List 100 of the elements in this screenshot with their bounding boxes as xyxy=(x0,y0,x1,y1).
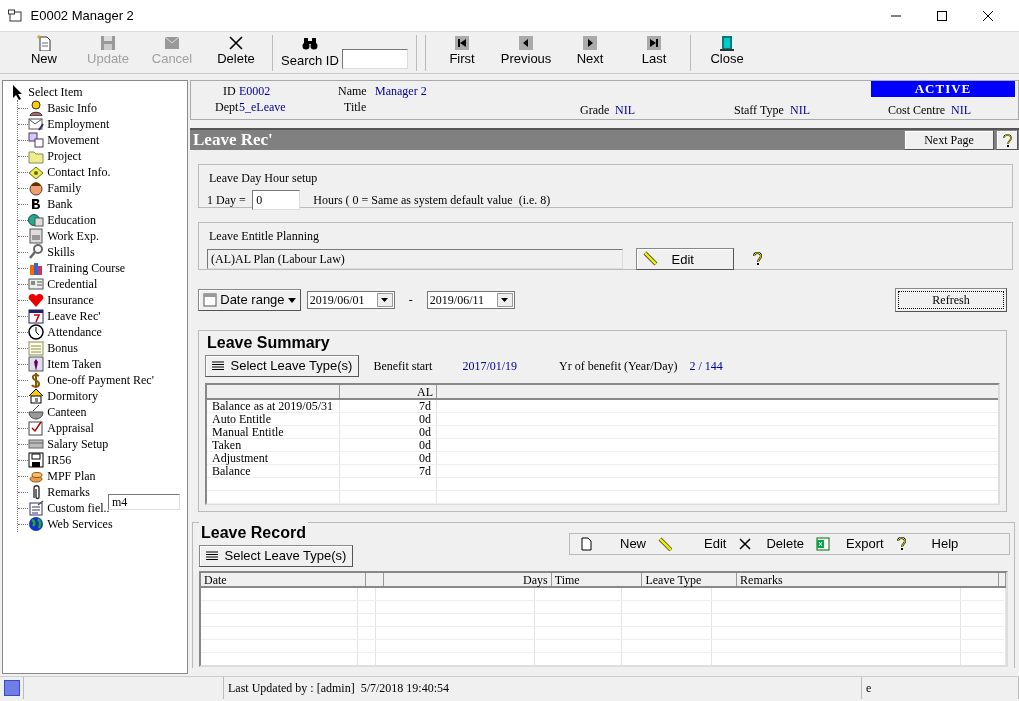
tree-item[interactable]: Attendance xyxy=(47,323,102,341)
close-icon xyxy=(738,537,753,551)
table-cell: 0d xyxy=(340,452,437,464)
hours-field[interactable]: 0 xyxy=(252,190,301,211)
tree-item[interactable]: Remarks xyxy=(47,483,90,501)
tree-item[interactable]: Select Item xyxy=(28,83,83,101)
help-icon xyxy=(752,252,762,267)
status-indicator xyxy=(4,680,20,696)
toolbar-button[interactable]: New xyxy=(12,32,76,73)
document-icon xyxy=(28,228,44,244)
hint-text: Hours ( 0 = Same as system default value (i.e. 8) xyxy=(313,192,551,210)
toolbar-button[interactable]: Help xyxy=(889,534,965,554)
table-cell: 0d xyxy=(340,426,437,438)
select-leave-types-button[interactable]: Select Leave Type(s) xyxy=(205,355,360,377)
help-button[interactable] xyxy=(996,130,1018,150)
tree-item[interactable]: Web Services xyxy=(47,515,113,533)
toolbar-button[interactable]: Next xyxy=(558,32,623,73)
field-value: NIL xyxy=(951,102,971,119)
status-text: e xyxy=(866,680,872,697)
globe-document-icon xyxy=(28,212,44,228)
toolbar-button[interactable]: Last xyxy=(622,32,687,73)
tree-item[interactable]: Employment xyxy=(47,115,110,133)
bowl-icon xyxy=(28,404,44,420)
toolbar-button[interactable]: First xyxy=(430,32,495,73)
help-icon xyxy=(1002,134,1012,149)
tree-item[interactable]: Salary Setup xyxy=(47,435,109,453)
next-page-button[interactable]: Next Page xyxy=(904,130,994,150)
date-range-dropdown[interactable]: Date range xyxy=(198,289,301,311)
toolbar-button[interactable]: Close xyxy=(695,32,760,73)
toolbar-button[interactable]: Edit xyxy=(652,534,733,554)
tree-item[interactable]: Movement xyxy=(47,131,100,149)
tree-item[interactable]: Work Exp. xyxy=(47,227,99,245)
tree-item[interactable]: Basic Info xyxy=(47,99,97,117)
tree-item[interactable]: Custom fiel.. xyxy=(47,499,110,517)
toolbar-button[interactable]: Previous xyxy=(494,32,559,73)
windows-icon xyxy=(28,132,44,148)
baby-face-icon xyxy=(28,180,44,196)
tree-item[interactable]: One-off Payment Rec' xyxy=(47,371,154,389)
form-icon xyxy=(28,500,44,516)
table-cell: Manual Entitle xyxy=(207,426,340,438)
rename-field[interactable]: m4 xyxy=(108,494,180,510)
tree-item[interactable]: Skills xyxy=(47,243,75,261)
folder-icon xyxy=(28,148,44,164)
edit-button[interactable]: Edit xyxy=(635,248,734,271)
tree-item[interactable]: MPF Plan xyxy=(47,467,96,485)
tree-item[interactable]: Credential xyxy=(47,275,98,293)
door-icon xyxy=(719,34,736,51)
table-cell: Adjustment xyxy=(207,452,340,464)
toolbar-button[interactable]: New xyxy=(574,534,652,554)
tree-item[interactable]: IR56 xyxy=(47,451,72,469)
card-icon xyxy=(28,436,44,452)
field-label: Dept xyxy=(215,99,239,116)
house-icon xyxy=(28,388,44,404)
person-icon xyxy=(28,100,44,116)
toolbar-button[interactable]: Export xyxy=(810,534,890,554)
field-value: Manager 2 xyxy=(375,83,427,100)
field-label: Cost Centre xyxy=(888,102,945,119)
tree-item[interactable]: Family xyxy=(47,179,82,197)
tree-item[interactable]: Project xyxy=(47,147,82,165)
refresh-button[interactable]: Refresh xyxy=(895,288,1007,312)
notepad-icon xyxy=(28,340,44,356)
previous-record-icon xyxy=(518,34,535,51)
caret-icon xyxy=(381,298,389,302)
list-icon xyxy=(212,361,224,371)
field-value: 2 / 144 xyxy=(689,358,723,375)
toolbar-button[interactable]: Delete xyxy=(204,32,268,73)
search-label: Search ID xyxy=(281,52,339,70)
date-from-field[interactable]: 2019/06/01 xyxy=(306,291,395,309)
field-label: 1 Day = xyxy=(207,192,246,210)
tree-item[interactable]: Item Taken xyxy=(47,355,102,373)
table-cell: Taken xyxy=(207,439,340,451)
table-cell: Balance as at 2019/05/31 xyxy=(207,400,340,412)
spreadsheet-icon xyxy=(816,537,830,551)
tree-item[interactable]: Dormitory xyxy=(47,387,98,405)
cursor-arrow-icon xyxy=(11,84,25,100)
tree-item[interactable]: Insurance xyxy=(47,291,94,309)
tree-item[interactable]: Canteen xyxy=(47,403,87,421)
date-to-field[interactable]: 2019/06/11 xyxy=(426,291,515,309)
tree-item[interactable]: Training Course xyxy=(47,259,126,277)
envelope-icon xyxy=(164,34,180,51)
page-title: Leave Rec' xyxy=(192,129,274,152)
tree-item[interactable]: Leave Rec' xyxy=(47,307,101,325)
tree-item[interactable]: Bank xyxy=(47,195,73,213)
field-value: NIL xyxy=(790,102,810,119)
tree-item[interactable]: Bonus xyxy=(47,339,78,357)
tie-icon xyxy=(28,356,44,372)
next-record-icon xyxy=(582,34,599,51)
tree-item[interactable]: Education xyxy=(47,211,96,229)
select-leave-types-button[interactable]: Select Leave Type(s) xyxy=(199,545,354,567)
clock-icon xyxy=(28,324,44,340)
search-field[interactable] xyxy=(342,48,409,69)
tree-item[interactable]: Appraisal xyxy=(47,419,94,437)
column-header: Days xyxy=(384,573,552,586)
table-cell: Balance xyxy=(207,465,340,477)
books-icon xyxy=(28,260,44,276)
toolbar-button[interactable]: Delete xyxy=(732,534,810,554)
column-header: AL xyxy=(340,385,437,398)
field-label: Staff Type xyxy=(734,102,784,119)
tree-item[interactable]: Contact Info. xyxy=(47,163,111,181)
field-value: 5_eLeave xyxy=(239,99,286,116)
